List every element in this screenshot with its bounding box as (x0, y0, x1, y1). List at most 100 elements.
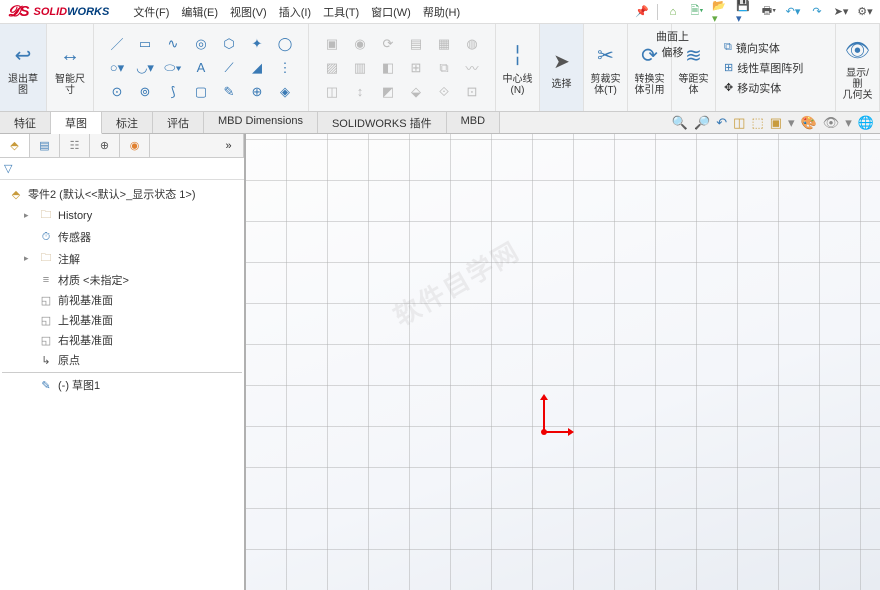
new-doc-icon[interactable]: 🗎▾ (688, 3, 706, 21)
tree-root[interactable]: ⬘ 零件2 (默认<<默认>_显示状态 1>) (2, 184, 242, 204)
centerline-icon[interactable]: ⋮ (272, 57, 298, 79)
menu-window[interactable]: 窗口(W) (371, 4, 411, 20)
tree-front-plane[interactable]: ◱前视基准面 (2, 290, 242, 310)
tab-annotate[interactable]: 标注 (102, 112, 153, 133)
scene-icon[interactable]: 👁 (823, 115, 840, 131)
sweep-icon[interactable]: ⟳ (375, 33, 401, 55)
slot2-icon[interactable]: ⊙ (104, 81, 130, 103)
revolve-icon[interactable]: ◉ (347, 33, 373, 55)
spline-icon[interactable]: ∿ (160, 33, 186, 55)
tab-mbd-dim[interactable]: MBD Dimensions (204, 112, 318, 133)
shell-icon[interactable]: ▨ (319, 57, 345, 79)
tree-material[interactable]: ≡材质 <未指定> (2, 270, 242, 290)
flex-icon[interactable]: ⟐ (431, 81, 457, 103)
tree-history[interactable]: ▸🗀History (2, 204, 242, 227)
rib-icon[interactable]: ▥ (347, 57, 373, 79)
zoom-fit-icon[interactable]: 🔍 (672, 115, 688, 131)
mirror-icon[interactable]: ⧉ (724, 41, 732, 54)
dim3d-icon[interactable]: ↕ (347, 81, 373, 103)
view-orient-icon[interactable]: ⬚ (751, 115, 763, 131)
rect2-icon[interactable]: ▢ (188, 81, 214, 103)
pattern-label[interactable]: 线性草图阵列 (737, 60, 803, 76)
tree-annotations[interactable]: ▸🗀注解 (2, 247, 242, 270)
section-icon[interactable]: ◫ (733, 115, 745, 131)
arc-icon[interactable]: ◡▾ (132, 57, 158, 79)
slot3-icon[interactable]: ⊚ (132, 81, 158, 103)
slot-icon[interactable]: ◎ (188, 33, 214, 55)
construct-icon[interactable]: ✎ (216, 81, 242, 103)
ellipse2-icon[interactable]: ⬭▾ (160, 57, 186, 79)
display-button[interactable]: 👁 显示/删 几何关 (836, 24, 880, 111)
tree-top-plane[interactable]: ◱上视基准面 (2, 310, 242, 330)
undo-icon[interactable]: ↶▾ (784, 3, 802, 21)
hole-icon[interactable]: ◍ (459, 33, 485, 55)
tree-right-plane[interactable]: ◱右视基准面 (2, 330, 242, 350)
pin-icon[interactable]: 📌 (633, 3, 651, 21)
exit-sketch-button[interactable]: ↩ 退出草图 (0, 24, 47, 111)
ellipse-icon[interactable]: ◯ (272, 33, 298, 55)
display-style-icon[interactable]: ▣ (770, 115, 782, 131)
property-tab[interactable]: ▤ (30, 134, 60, 157)
intersect-icon[interactable]: ⊕ (244, 81, 270, 103)
ref-icon[interactable]: ◫ (319, 81, 345, 103)
hide-show-icon[interactable]: ▾ (788, 115, 795, 131)
rect-icon[interactable]: ▭ (132, 33, 158, 55)
mirror-feat-icon[interactable]: ⧉ (431, 57, 457, 79)
menu-help[interactable]: 帮助(H) (423, 4, 460, 20)
tab-sketch[interactable]: 草图 (51, 112, 102, 134)
expand-toggle[interactable]: ▸ (24, 253, 34, 264)
loft-icon[interactable]: ▤ (403, 33, 429, 55)
menu-edit[interactable]: 编辑(E) (181, 4, 218, 20)
cube-icon[interactable]: ◩ (375, 81, 401, 103)
polygon-icon[interactable]: ⬡ (216, 33, 242, 55)
expand-tab[interactable]: » (214, 134, 244, 157)
save-icon[interactable]: 💾▾ (736, 3, 754, 21)
expand-toggle[interactable]: ▸ (24, 210, 34, 221)
zoom-area-icon[interactable]: 🔎 (694, 115, 710, 131)
prev-view-icon[interactable]: ↶ (716, 115, 727, 131)
redo-icon[interactable]: ↷ (808, 3, 826, 21)
text-icon[interactable]: A (188, 57, 214, 79)
print-icon[interactable]: 🖶▾ (760, 3, 778, 21)
line-icon[interactable]: ／ (104, 33, 130, 55)
menu-view[interactable]: 视图(V) (230, 4, 267, 20)
settings-icon[interactable]: ⚙▾ (856, 3, 874, 21)
tree-origin[interactable]: ↳原点 (2, 350, 242, 370)
tree-sensors[interactable]: ⏱传感器 (2, 227, 242, 247)
cut-icon[interactable]: ▦ (431, 33, 457, 55)
menu-insert[interactable]: 插入(I) (279, 4, 311, 20)
graphics-area[interactable]: 软件自学网 (246, 134, 880, 590)
extrude-icon[interactable]: ▣ (319, 33, 345, 55)
trim-button[interactable]: ✂ 剪裁实 体(T) (584, 24, 628, 111)
pattern-icon[interactable]: ⊞ (724, 61, 733, 74)
curve-icon[interactable]: 〰 (459, 57, 485, 79)
draft-icon[interactable]: ◧ (375, 57, 401, 79)
select-button[interactable]: ➤ 选择 (540, 24, 584, 111)
select-icon[interactable]: ➤▾ (832, 3, 850, 21)
tab-feature[interactable]: 特征 (0, 112, 51, 133)
config-tab[interactable]: ☷ (60, 134, 90, 157)
arc2-icon[interactable]: ⟆ (160, 81, 186, 103)
pattern-feat-icon[interactable]: ⊞ (403, 57, 429, 79)
tab-evaluate[interactable]: 评估 (153, 112, 204, 133)
feature-tree-tab[interactable]: ⬘ (0, 134, 30, 157)
globe-icon[interactable]: 🌐 (858, 115, 874, 131)
menu-tools[interactable]: 工具(T) (323, 4, 359, 20)
tree-sketch1[interactable]: ✎(-) 草图1 (2, 372, 242, 395)
point-icon[interactable]: ✦ (244, 33, 270, 55)
tab-mbd[interactable]: MBD (447, 112, 500, 133)
tab-addins[interactable]: SOLIDWORKS 插件 (318, 112, 447, 133)
circle-icon[interactable]: ○▾ (104, 57, 130, 79)
chamfer-icon[interactable]: ◢ (244, 57, 270, 79)
sketch-icon[interactable]: ◈ (272, 81, 298, 103)
fillet-icon[interactable]: ⟋ (216, 57, 242, 79)
dimxpert-tab[interactable]: ⊕ (90, 134, 120, 157)
appearance-icon[interactable]: 🎨 (801, 115, 817, 131)
filter-input[interactable] (16, 163, 240, 175)
centerline-button[interactable]: ╎ 中心线 (N) (496, 24, 540, 111)
display-tab[interactable]: ◉ (120, 134, 150, 157)
wrap-icon[interactable]: ⬙ (403, 81, 429, 103)
menu-file[interactable]: 文件(F) (133, 4, 169, 20)
render-icon[interactable]: ▾ (845, 115, 852, 131)
filter-icon[interactable]: ▽ (4, 162, 12, 175)
